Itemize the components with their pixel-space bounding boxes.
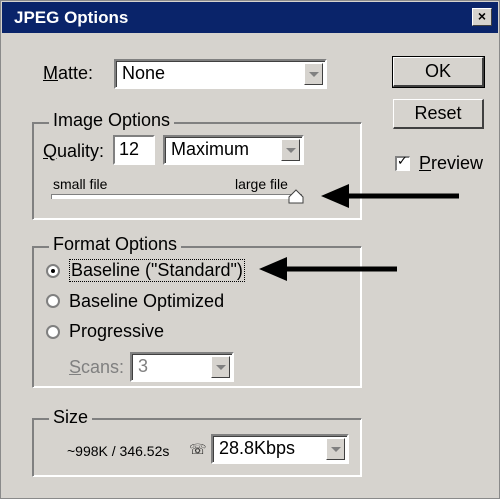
dialog-title: JPEG Options [14, 8, 129, 27]
modem-icon: ☏ [189, 441, 207, 457]
progressive-label: Progressive [69, 321, 165, 341]
preview-label: Preview [419, 153, 484, 173]
matte-value: None [122, 63, 166, 83]
connection-speed-value: 28.8Kbps [219, 438, 296, 458]
quality-slider-thumb[interactable] [288, 189, 304, 205]
close-button[interactable]: × [472, 8, 492, 26]
image-options-title: Image Options [49, 110, 175, 131]
ok-button[interactable]: OK [392, 56, 485, 88]
quality-value: 12 [119, 139, 140, 159]
quality-preset-dropdown[interactable]: Maximum [163, 135, 304, 165]
chevron-down-icon[interactable] [281, 139, 300, 161]
title-bar: JPEG Options × [2, 2, 498, 33]
annotation-arrow-icon [259, 257, 397, 281]
reset-button[interactable]: Reset [393, 99, 484, 129]
jpeg-options-dialog: JPEG Options × Matte: None OK Reset Prev… [0, 0, 500, 499]
large-file-label: large file [235, 176, 288, 192]
connection-speed-dropdown[interactable]: 28.8Kbps [211, 434, 349, 464]
annotation-arrow-icon [321, 184, 459, 208]
chevron-down-icon[interactable] [211, 356, 230, 378]
small-file-label: small file [53, 176, 108, 192]
scans-value: 3 [138, 356, 149, 376]
scans-label: Scans: [69, 357, 125, 377]
baseline-standard-label: Baseline ("Standard") [69, 259, 245, 282]
quality-slider-track[interactable] [51, 194, 302, 199]
format-options-title: Format Options [49, 234, 182, 255]
progressive-radio[interactable] [46, 325, 60, 339]
size-estimate: ~998K / 346.52s [67, 443, 170, 459]
chevron-down-icon[interactable] [304, 63, 323, 85]
scans-dropdown[interactable]: 3 [130, 352, 234, 382]
baseline-standard-radio[interactable] [46, 264, 60, 278]
quality-preset-value: Maximum [171, 139, 250, 159]
size-title: Size [49, 407, 93, 428]
baseline-optimized-label: Baseline Optimized [69, 291, 225, 311]
quality-input[interactable]: 12 [113, 135, 155, 165]
chevron-down-icon[interactable] [326, 438, 345, 460]
quality-label: Quality: [43, 141, 105, 161]
matte-dropdown[interactable]: None [114, 59, 327, 89]
baseline-optimized-radio[interactable] [46, 294, 60, 308]
matte-label: Matte: [43, 63, 94, 83]
preview-checkbox[interactable] [395, 154, 410, 171]
